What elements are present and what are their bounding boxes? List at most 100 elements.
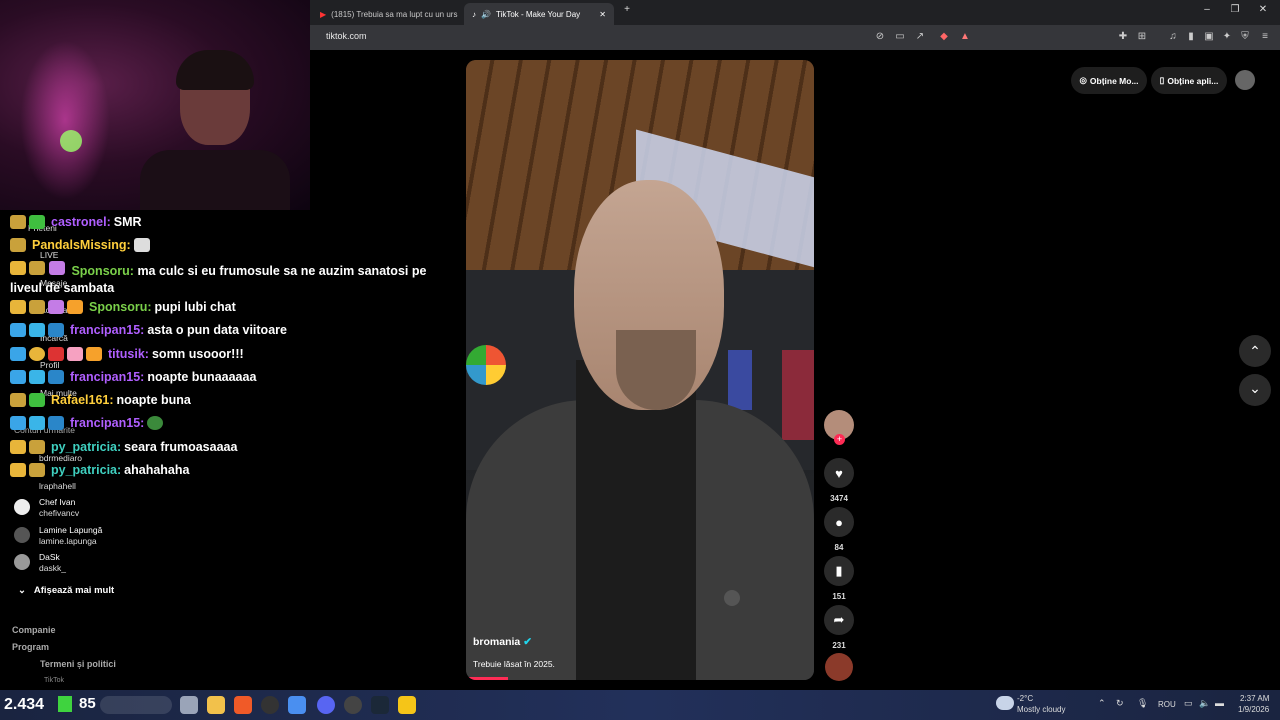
- minimize-button[interactable]: –: [1198, 4, 1216, 15]
- discord-icon[interactable]: [317, 696, 335, 714]
- heart-icon: ♥: [824, 458, 854, 488]
- badge-icon: [48, 261, 65, 275]
- next-video-button[interactable]: ⌄: [1239, 374, 1271, 406]
- rockstar-icon[interactable]: [398, 696, 416, 714]
- avatar[interactable]: [14, 499, 30, 515]
- extensions-icon[interactable]: ✚: [1116, 31, 1130, 42]
- menu-icon[interactable]: ≡: [1258, 31, 1272, 42]
- app-icon[interactable]: [344, 696, 362, 714]
- badge-icon: [67, 300, 83, 314]
- coin-icon: ◎: [1079, 75, 1087, 85]
- tray-expand-icon[interactable]: ⌃: [1098, 698, 1106, 709]
- like-button[interactable]: ♥ 3474: [823, 458, 855, 503]
- brave-shield-icon[interactable]: ◆: [937, 31, 951, 42]
- profile-avatar[interactable]: [1235, 70, 1255, 90]
- coin-count: 85: [79, 695, 96, 712]
- obs-icon[interactable]: [261, 696, 279, 714]
- network-icon[interactable]: ▭: [1184, 698, 1193, 709]
- get-app-button[interactable]: ▯ Obține apli...: [1151, 67, 1227, 94]
- poster-image: [782, 350, 814, 440]
- following-item[interactable]: Lamine Lapungă lamine.lapunga: [39, 525, 102, 547]
- clock-time[interactable]: 2:37 AM: [1240, 694, 1269, 703]
- sidebar-icon[interactable]: ▮: [1184, 31, 1198, 42]
- vpn-icon[interactable]: ⛨: [1238, 31, 1252, 42]
- video-caption: Trebuie lăsat în 2025.: [473, 659, 555, 669]
- badge-icon: [10, 323, 26, 337]
- comment-icon: ●: [824, 507, 854, 537]
- url-field[interactable]: tiktok.com: [326, 31, 367, 41]
- avatar[interactable]: [14, 527, 30, 543]
- chat-message: Sponsoru: ma culc si eu frumosule sa ne …: [10, 261, 455, 297]
- follow-plus-icon[interactable]: +: [834, 434, 845, 445]
- youtube-icon: ▶: [320, 9, 327, 19]
- badge-icon: [10, 300, 26, 314]
- search-box[interactable]: [100, 696, 172, 714]
- chevron-up-icon: ⌃: [1249, 343, 1261, 359]
- new-tab-button[interactable]: +: [618, 4, 636, 15]
- media-icon[interactable]: ♫: [1166, 31, 1180, 42]
- avatar[interactable]: [14, 554, 30, 570]
- share-icon[interactable]: ↗: [913, 31, 927, 42]
- previous-video-button[interactable]: ⌃: [1239, 335, 1271, 367]
- badge-icon: [86, 347, 102, 361]
- badge-icon: [48, 323, 64, 337]
- badge-icon: [48, 370, 64, 384]
- chat-message: PandalsMissing:: [10, 238, 150, 252]
- badge-icon: [67, 347, 83, 361]
- badge-icon: [10, 370, 26, 384]
- footer-link-company[interactable]: Companie: [12, 625, 56, 636]
- comment-button[interactable]: ● 84: [823, 507, 855, 552]
- poster-image: [728, 350, 752, 410]
- rewards-icon[interactable]: ▲: [958, 31, 972, 42]
- share-button[interactable]: ➦ 231: [823, 605, 855, 650]
- speaker-icon: 🔊: [481, 9, 491, 19]
- tab-youtube[interactable]: ▶ (1815) Trebuia sa ma lupt cu un urs: [312, 3, 460, 25]
- footer-link-program[interactable]: Program: [12, 642, 49, 653]
- show-more-button[interactable]: ⌄ Afișează mai mult: [18, 585, 114, 596]
- video-progress-bar[interactable]: [466, 677, 508, 680]
- video-author[interactable]: bromania ✔: [473, 636, 532, 648]
- badge-icon: [29, 416, 45, 430]
- phone-icon: ▯: [1159, 75, 1165, 85]
- close-window-button[interactable]: ✕: [1254, 4, 1272, 15]
- chat-message: francipan15:: [10, 416, 164, 430]
- badge-icon: [10, 440, 26, 454]
- video-player[interactable]: bromania ✔ Trebuie lăsat în 2025.: [466, 60, 814, 680]
- steam-icon[interactable]: [371, 696, 389, 714]
- microphone-icon[interactable]: 🎙: [1137, 698, 1148, 709]
- share-arrow-icon: ➦: [824, 605, 854, 635]
- cast-icon[interactable]: ▭: [893, 31, 907, 42]
- get-coins-button[interactable]: ◎ Obține Mo...: [1071, 67, 1147, 94]
- leo-icon[interactable]: ✦: [1220, 31, 1234, 42]
- badge-icon: [29, 463, 45, 477]
- language-indicator[interactable]: ROU: [1158, 700, 1176, 709]
- following-item[interactable]: Chef Ivan chefivancv: [39, 497, 79, 519]
- badge-icon: [48, 300, 64, 314]
- tracking-icon[interactable]: ⊘: [873, 31, 887, 42]
- webcam-overlay: [0, 0, 310, 210]
- clock-date[interactable]: 1/9/2026: [1238, 705, 1269, 714]
- badge-icon: [10, 393, 26, 407]
- footer-link-terms[interactable]: Termeni și politici: [40, 659, 116, 670]
- chat-message: francipan15: noapte bunaaaaaa: [10, 370, 256, 384]
- badge-icon: [29, 215, 45, 229]
- battery-icon[interactable]: ▬: [1215, 698, 1224, 708]
- task-view-icon[interactable]: [180, 696, 198, 714]
- sound-disc[interactable]: [825, 653, 853, 681]
- wallet-icon[interactable]: ▣: [1202, 31, 1216, 42]
- badge-icon: [29, 370, 45, 384]
- file-explorer-icon[interactable]: [207, 696, 225, 714]
- tab-tiktok[interactable]: ♪ 🔊 TikTok - Make Your Day ✕: [464, 3, 614, 25]
- emote-icon: [133, 238, 150, 252]
- store-icon[interactable]: [288, 696, 306, 714]
- following-item[interactable]: DaSk daskk_: [39, 552, 66, 574]
- following-item[interactable]: lraphahell: [39, 481, 76, 492]
- translate-icon[interactable]: ⊞: [1135, 31, 1149, 42]
- maximize-button[interactable]: ❐: [1226, 4, 1244, 15]
- viewer-count: 2.434: [4, 696, 45, 713]
- volume-icon[interactable]: 🔈: [1199, 698, 1210, 709]
- save-button[interactable]: ▮ 151: [823, 556, 855, 601]
- sync-icon[interactable]: ↻: [1116, 698, 1124, 709]
- close-tab-icon[interactable]: ✕: [599, 10, 606, 19]
- brave-icon[interactable]: [234, 696, 252, 714]
